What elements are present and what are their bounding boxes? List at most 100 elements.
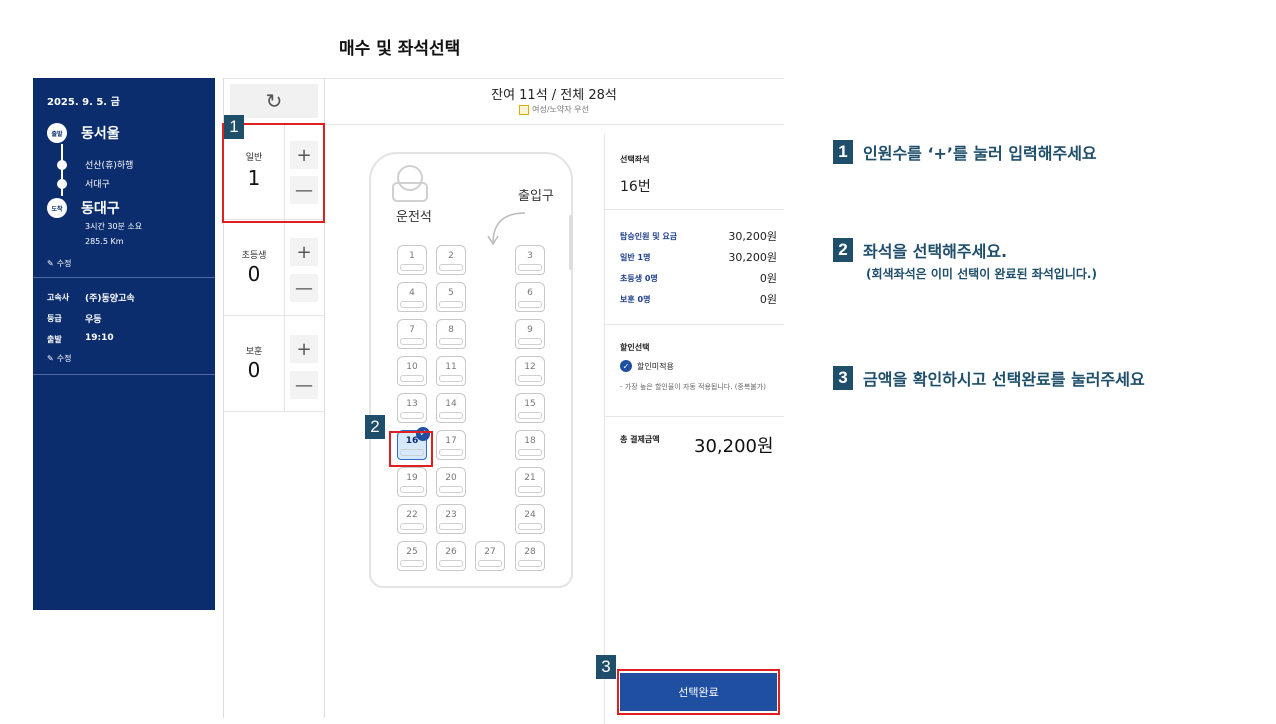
fare-amount: 0원 xyxy=(759,272,777,285)
instruction-number: 3 xyxy=(833,366,853,390)
divider xyxy=(224,78,784,79)
seat-20[interactable]: 20 xyxy=(436,467,466,497)
passenger-counter-veteran: 보훈 0 + — xyxy=(224,316,324,412)
passenger-count: 0 xyxy=(247,262,261,286)
seat-22[interactable]: 22 xyxy=(397,504,427,534)
edit-label: 수정 xyxy=(56,354,72,363)
info-value-grade: 우등 xyxy=(85,315,102,325)
seat-14[interactable]: 14 xyxy=(436,393,466,423)
seat-25[interactable]: 25 xyxy=(397,541,427,571)
divider xyxy=(605,209,784,210)
seat-23[interactable]: 23 xyxy=(436,504,466,534)
fare-label: 일반 1명 xyxy=(620,252,651,262)
departure-badge: 출발 xyxy=(47,123,67,143)
seat-7[interactable]: 7 xyxy=(397,319,427,349)
priority-legend-swatch xyxy=(519,104,530,115)
seat-28[interactable]: 28 xyxy=(515,541,545,571)
seat-10[interactable]: 10 xyxy=(397,356,427,386)
annotation-tag: 2 xyxy=(365,415,385,439)
check-icon: ✓ xyxy=(620,360,632,372)
seat-19[interactable]: 19 xyxy=(397,467,427,497)
edit-route-link[interactable]: ✎ 수정 xyxy=(47,258,71,269)
seat-5[interactable]: 5 xyxy=(436,282,466,312)
pencil-icon: ✎ xyxy=(47,354,54,363)
fare-amount: 30,200원 xyxy=(728,230,777,243)
annotation-tag: 1 xyxy=(224,115,244,139)
arrival-terminal: 동대구 xyxy=(81,201,120,217)
stop-dot xyxy=(57,160,67,170)
instruction-subtext: (회색좌석은 이미 선택이 완료된 좌석입니다.) xyxy=(866,267,1097,281)
fare-label: 보훈 0명 xyxy=(620,294,651,304)
info-value-company: (주)동양고속 xyxy=(85,294,135,304)
instruction-step-2: 2 좌석을 선택해주세요. xyxy=(833,238,1007,262)
seat-8[interactable]: 8 xyxy=(436,319,466,349)
total-payment-amount: 30,200원 xyxy=(694,436,774,457)
seat-12[interactable]: 12 xyxy=(515,356,545,386)
instruction-number: 2 xyxy=(833,238,853,262)
instruction-text: 좌석을 선택해주세요. xyxy=(863,242,1008,261)
passenger-count: 0 xyxy=(247,358,261,382)
seat-21[interactable]: 21 xyxy=(515,467,545,497)
instruction-step-1: 1 인원수를 ‘+’를 눌러 입력해주세요 xyxy=(833,140,1097,164)
stop-name: 선산(휴)하행 xyxy=(85,161,134,171)
selected-seat-title: 선택좌석 xyxy=(620,155,650,164)
seat-17[interactable]: 17 xyxy=(436,430,466,460)
annotation-box-confirm xyxy=(617,669,780,715)
seat-27[interactable]: 27 xyxy=(475,541,505,571)
fare-amount: 30,200원 xyxy=(728,251,777,264)
fare-label: 탑승인원 및 요금 xyxy=(620,231,678,241)
annotation-box-seat xyxy=(389,431,433,467)
divider xyxy=(605,416,784,417)
total-payment-label: 총 결제금액 xyxy=(620,435,660,444)
seat-15[interactable]: 15 xyxy=(515,393,545,423)
pencil-icon: ✎ xyxy=(47,259,54,268)
discount-option-radio[interactable]: ✓ 할인미적용 xyxy=(620,360,674,372)
seat-13[interactable]: 13 xyxy=(397,393,427,423)
edit-bus-link[interactable]: ✎ 수정 xyxy=(47,353,71,364)
instruction-number: 1 xyxy=(833,140,853,164)
entrance-label: 출입구 xyxy=(518,189,554,204)
arrival-badge: 도착 xyxy=(47,198,67,218)
seat-2[interactable]: 2 xyxy=(436,245,466,275)
seat-9[interactable]: 9 xyxy=(515,319,545,349)
info-key-grade: 등급 xyxy=(47,314,62,323)
stop-name: 서대구 xyxy=(85,180,110,190)
seat-3[interactable]: 3 xyxy=(515,245,545,275)
stop-dot xyxy=(57,179,67,189)
driver-seat-icon xyxy=(392,182,428,202)
passenger-type-label: 초등생 xyxy=(241,251,267,261)
trip-info-panel: 2025. 9. 5. 금 출발 동서울 선산(휴)하행 서대구 도착 동대구 … xyxy=(33,78,215,610)
increase-button[interactable]: + xyxy=(290,335,318,363)
plus-icon: + xyxy=(296,241,312,263)
passenger-counter-elementary: 초등생 0 + — xyxy=(224,220,324,316)
seat-4[interactable]: 4 xyxy=(397,282,427,312)
departure-terminal: 동서울 xyxy=(81,126,120,142)
seat-24[interactable]: 24 xyxy=(515,504,545,534)
info-value-departure-time: 19:10 xyxy=(85,333,114,343)
seat-map-scrollbar[interactable] xyxy=(569,215,573,270)
fare-row-general: 일반 1명 30,200원 xyxy=(620,249,777,265)
plus-icon: + xyxy=(296,338,312,360)
seat-1[interactable]: 1 xyxy=(397,245,427,275)
instruction-step-3: 3 금액을 확인하시고 선택완료를 눌러주세요 xyxy=(833,366,1145,390)
seat-11[interactable]: 11 xyxy=(436,356,466,386)
page-title: 매수 및 좌석선택 xyxy=(339,39,461,59)
discount-title: 할인선택 xyxy=(620,343,650,352)
instruction-text: 금액을 확인하시고 선택완료를 눌러주세요 xyxy=(863,370,1145,389)
refresh-icon: ↻ xyxy=(265,89,283,113)
seat-26[interactable]: 26 xyxy=(436,541,466,571)
refresh-button[interactable]: ↻ xyxy=(230,84,318,118)
minus-icon: — xyxy=(295,277,313,299)
seat-18[interactable]: 18 xyxy=(515,430,545,460)
priority-seat-legend: 여성/노약자 우선 xyxy=(324,104,784,115)
selected-seat-value: 16번 xyxy=(620,179,651,195)
decrease-button[interactable]: — xyxy=(290,371,318,399)
seat-6[interactable]: 6 xyxy=(515,282,545,312)
divider xyxy=(284,316,285,411)
divider xyxy=(324,124,784,125)
decrease-button[interactable]: — xyxy=(290,274,318,302)
priority-legend-label: 여성/노약자 우선 xyxy=(532,105,589,114)
divider xyxy=(33,374,215,375)
info-key-company: 고속사 xyxy=(47,293,70,302)
increase-button[interactable]: + xyxy=(290,238,318,266)
